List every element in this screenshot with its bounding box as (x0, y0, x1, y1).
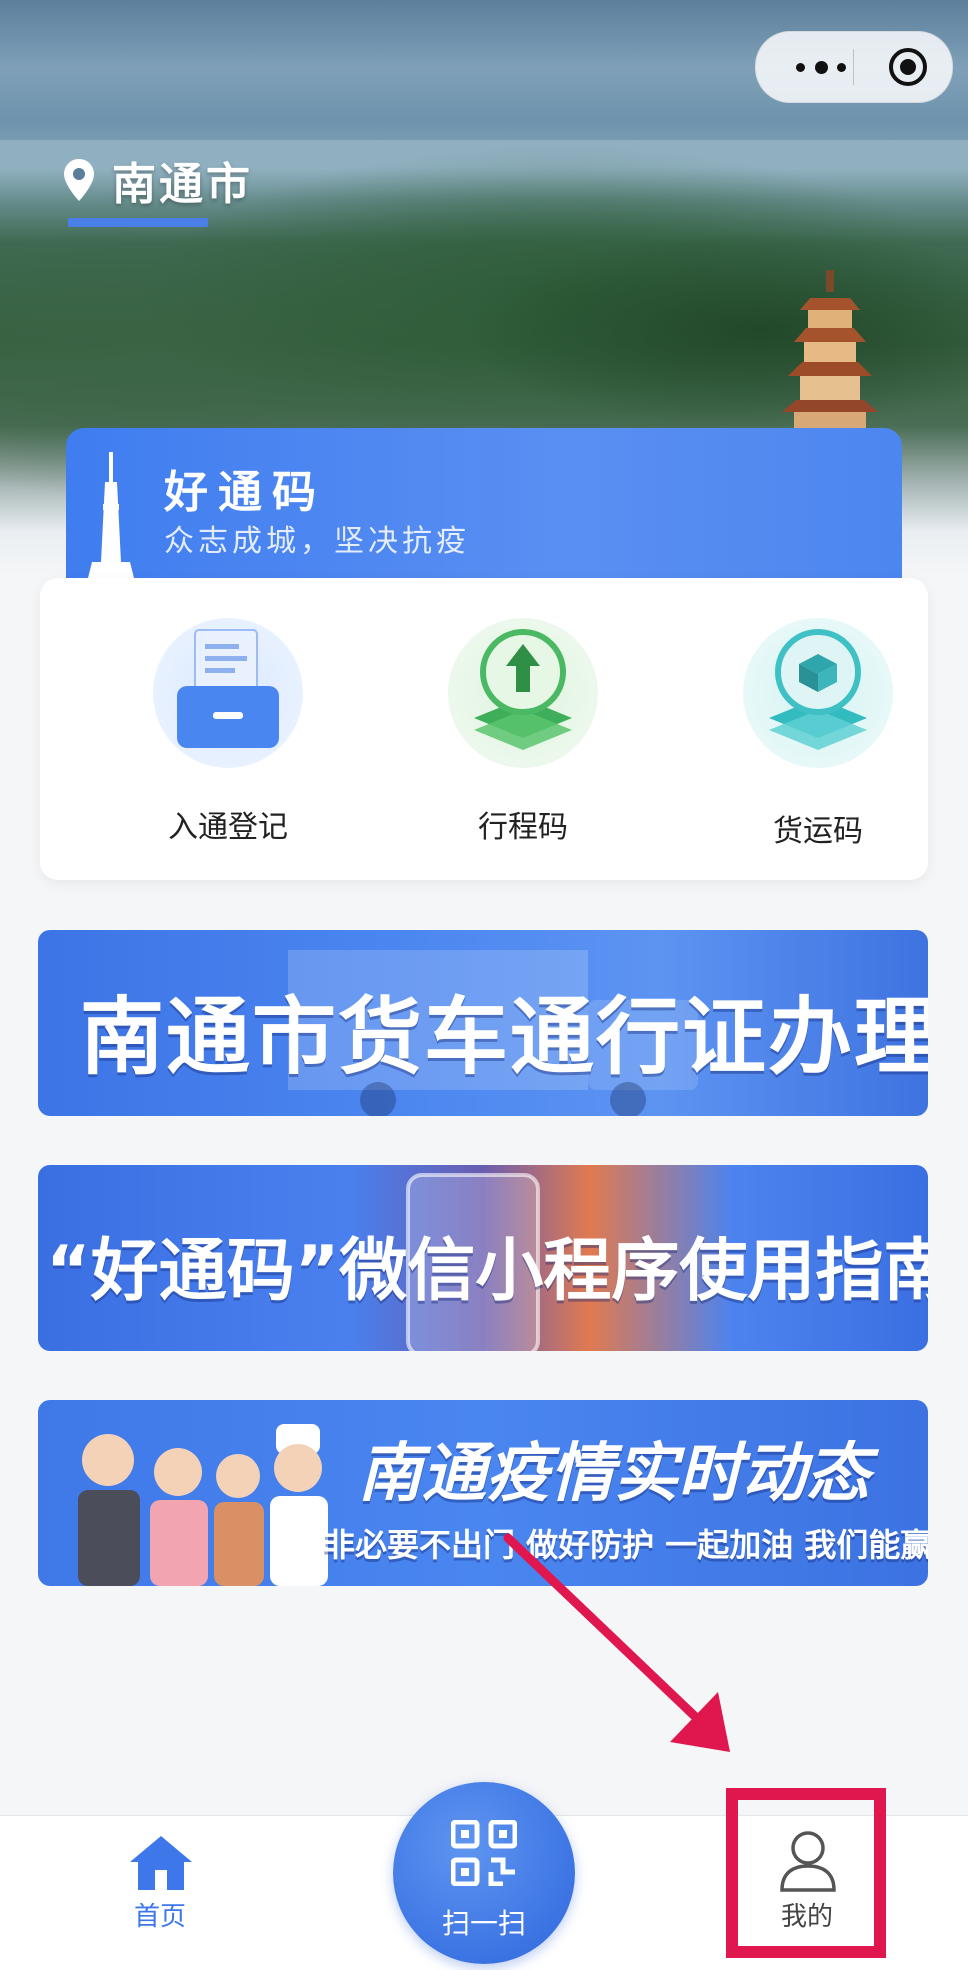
menu-item-registration[interactable]: 入通登记 (128, 618, 328, 858)
registration-tray-icon (177, 629, 279, 748)
staff-illustration (78, 1424, 328, 1586)
tab-home[interactable]: 首页 (60, 1816, 260, 1970)
menu-item-trip-code[interactable]: 行程码 (423, 618, 623, 858)
banner-user-guide[interactable]: “好通码”微信小程序使用指南 (38, 1165, 928, 1351)
capsule-divider (853, 49, 854, 85)
banner-title-user-guide: “好通码”微信小程序使用指南 (46, 1232, 928, 1311)
cargo-box-icon (769, 629, 867, 750)
city-underline (68, 218, 208, 227)
more-dots-icon[interactable] (796, 54, 846, 80)
brand-subtitle: 众志成城，坚决抗疫 (164, 524, 470, 559)
upload-arrow-icon (474, 629, 572, 750)
banner-truck-permit[interactable]: 南通市货车通行证办理 (38, 930, 928, 1116)
brand-title: 好通码 (164, 467, 326, 518)
home-icon (130, 1836, 192, 1890)
menu-label-trip-code: 行程码 (478, 810, 568, 845)
highlight-box (726, 1788, 886, 1958)
banner-title-truck-permit: 南通市货车通行证办理 (80, 988, 928, 1086)
banner-title-epidemic-updates: 南通疫情实时动态 (358, 1437, 870, 1511)
pagoda-image (782, 270, 878, 430)
tower-icon (88, 452, 134, 578)
menu-label-registration: 入通登记 (168, 810, 288, 845)
target-circle-icon[interactable] (887, 46, 929, 88)
banner-epidemic-updates[interactable]: 南通疫情实时动态 非必要不出门 做好防护 一起加油 我们能赢 (38, 1400, 928, 1586)
menu-label-cargo-code: 货运码 (773, 814, 863, 849)
menu-item-cargo-code[interactable]: 货运码 (718, 618, 918, 858)
city-name: 南通市 (112, 159, 253, 210)
annotation-arrow (503, 1533, 730, 1752)
location-pin-icon (64, 159, 94, 201)
scan-button-label: 扫一扫 (441, 1907, 526, 1940)
brand-card: 好通码 众志成城，坚决抗疫 (66, 428, 902, 588)
qr-code-icon (451, 1820, 517, 1886)
location-selector[interactable]: 南通市 (64, 150, 253, 210)
miniprogram-capsule (755, 31, 953, 103)
scan-button[interactable]: 扫一扫 (393, 1782, 575, 1964)
service-menu-card: 入通登记 行程码 货运码 (40, 578, 928, 880)
tab-home-label: 首页 (133, 1902, 186, 1932)
